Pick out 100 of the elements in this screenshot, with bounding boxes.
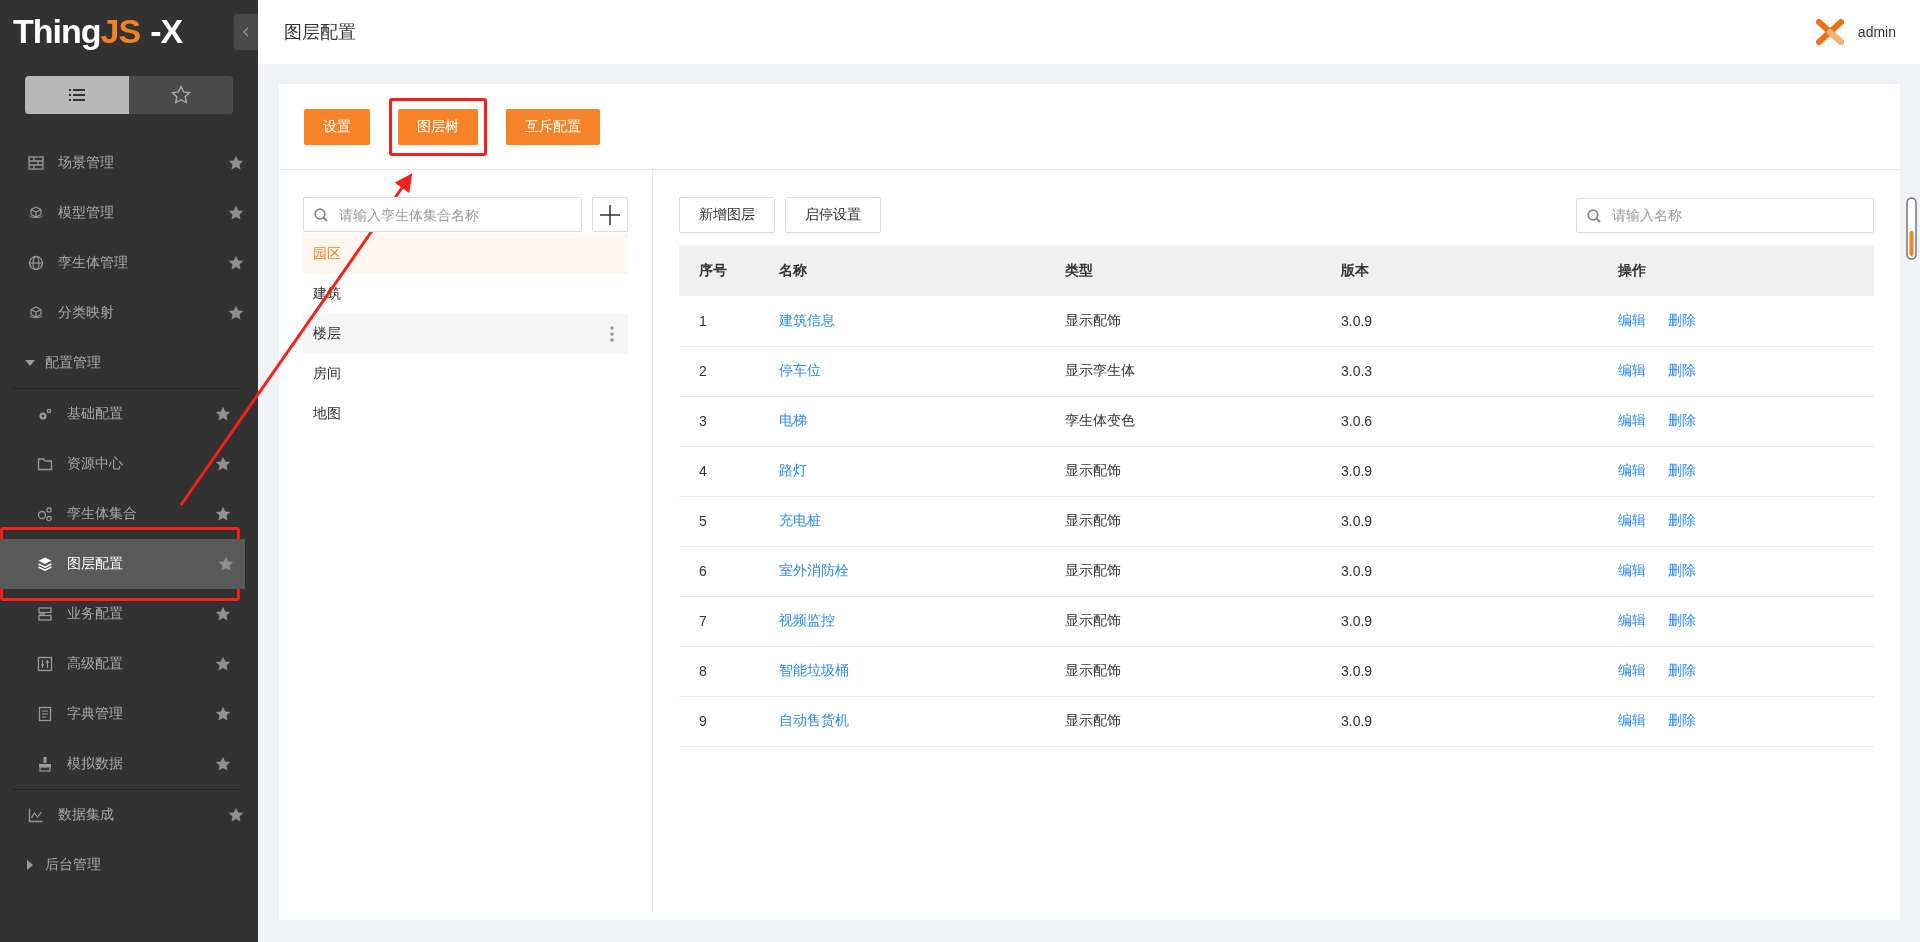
list-icon bbox=[68, 88, 86, 102]
action-link[interactable]: 编辑 bbox=[1618, 662, 1646, 678]
table-cell: 9 bbox=[679, 696, 779, 746]
x-logo-icon bbox=[1815, 19, 1844, 45]
star-icon bbox=[218, 556, 234, 572]
action-link[interactable]: 编辑 bbox=[1618, 462, 1646, 478]
toolbar-button[interactable]: 启停设置 bbox=[785, 197, 881, 233]
action-link[interactable]: 删除 bbox=[1668, 612, 1696, 628]
column-header: 序号 bbox=[679, 246, 779, 296]
tree-item[interactable]: 房间 bbox=[303, 354, 628, 394]
table-cell: 3.0.9 bbox=[1341, 546, 1618, 596]
action-link[interactable]: 删除 bbox=[1668, 311, 1696, 328]
tab-button[interactable]: 图层树 bbox=[398, 108, 478, 145]
sidebar-item-label: 场景管理 bbox=[58, 154, 114, 172]
tab-button[interactable]: 互斥配置 bbox=[506, 108, 600, 145]
star-icon bbox=[215, 606, 231, 622]
layer-name-link[interactable]: 室外消防栓 bbox=[779, 562, 849, 578]
sidebar-item[interactable]: 场景管理 bbox=[3, 138, 258, 188]
nodes-icon bbox=[37, 506, 53, 522]
sidebar-item[interactable]: 孪生体管理 bbox=[3, 238, 258, 288]
tree-item[interactable]: 园区 bbox=[303, 234, 628, 274]
layer-name-link[interactable]: 自动售货机 bbox=[779, 712, 849, 728]
table-cell: 4 bbox=[679, 446, 779, 496]
action-link[interactable]: 编辑 bbox=[1618, 412, 1646, 428]
table-cell: 8 bbox=[679, 646, 779, 696]
sidebar-item-label: 孪生体管理 bbox=[58, 254, 128, 272]
table-cell: 显示配饰 bbox=[1065, 596, 1341, 646]
action-link[interactable]: 删除 bbox=[1668, 662, 1696, 678]
search-icon bbox=[1587, 208, 1601, 223]
star-icon bbox=[228, 305, 244, 321]
column-header: 版本 bbox=[1341, 246, 1618, 296]
sliders-icon bbox=[37, 656, 53, 672]
table-cell: 3.0.6 bbox=[1341, 396, 1618, 446]
table-cell: 6 bbox=[679, 546, 779, 596]
sidebar-item-label: 高级配置 bbox=[67, 655, 123, 673]
sidebar-group[interactable]: 后台管理 bbox=[0, 840, 258, 890]
layer-name-link[interactable]: 电梯 bbox=[779, 412, 807, 428]
plus-icon bbox=[600, 204, 620, 225]
cube-icon bbox=[28, 205, 44, 221]
globe-icon bbox=[28, 255, 44, 271]
gears-icon bbox=[37, 406, 53, 422]
action-link[interactable]: 删除 bbox=[1668, 512, 1696, 528]
search-field[interactable]: 请输入名称 bbox=[1576, 197, 1874, 233]
tree-item[interactable]: 地图 bbox=[303, 394, 628, 434]
grid-icon bbox=[28, 155, 44, 171]
sidebar-item-label: 模拟数据 bbox=[67, 755, 123, 773]
sidebar-item[interactable]: 字典管理 bbox=[0, 689, 245, 739]
tab-button[interactable]: 设置 bbox=[304, 108, 370, 145]
layer-name-link[interactable]: 视频监控 bbox=[779, 612, 835, 628]
sidebar-item[interactable]: 资源中心 bbox=[0, 439, 245, 489]
sidebar-item[interactable]: 模型管理 bbox=[3, 188, 258, 238]
sidebar-item[interactable]: 模拟数据 bbox=[0, 739, 245, 789]
list-view-button[interactable] bbox=[25, 76, 129, 114]
layer-name-link[interactable]: 智能垃圾桶 bbox=[779, 662, 849, 678]
layer-name-link[interactable]: 建筑信息 bbox=[779, 311, 835, 328]
caret-down-icon bbox=[25, 358, 35, 368]
star-icon bbox=[228, 155, 244, 171]
layer-name-link[interactable]: 充电桩 bbox=[779, 512, 821, 528]
sidebar-item[interactable]: 分类映射 bbox=[3, 288, 258, 338]
action-link[interactable]: 编辑 bbox=[1618, 712, 1646, 728]
table-cell: 2 bbox=[679, 346, 779, 396]
action-link[interactable]: 删除 bbox=[1668, 412, 1696, 428]
table-cell: 3.0.9 bbox=[1341, 596, 1618, 646]
sidebar-item-label: 基础配置 bbox=[67, 405, 123, 423]
sidebar-item[interactable]: 数据集成 bbox=[3, 790, 258, 840]
layer-name-link[interactable]: 路灯 bbox=[779, 462, 807, 478]
toolbar-button[interactable]: 新增图层 bbox=[679, 197, 775, 233]
sidebar-item-label: 业务配置 bbox=[67, 605, 123, 623]
sidebar-group-label: 配置管理 bbox=[45, 354, 101, 372]
sidebar-group[interactable]: 配置管理 bbox=[0, 338, 258, 388]
action-link[interactable]: 编辑 bbox=[1618, 562, 1646, 578]
search-icon bbox=[314, 208, 328, 222]
action-link[interactable]: 删除 bbox=[1668, 712, 1696, 728]
sidebar-item[interactable]: 业务配置 bbox=[0, 589, 245, 639]
table-cell: 孪生体变色 bbox=[1065, 396, 1341, 446]
user-name[interactable]: admin bbox=[1857, 24, 1896, 40]
star-icon bbox=[228, 255, 244, 271]
action-link[interactable]: 编辑 bbox=[1618, 612, 1646, 628]
sidebar-item[interactable]: 孪生体集合 bbox=[0, 489, 245, 539]
action-link[interactable]: 编辑 bbox=[1618, 512, 1646, 528]
tree-item[interactable]: 楼层 bbox=[303, 314, 628, 354]
action-link[interactable]: 删除 bbox=[1668, 462, 1696, 478]
action-link[interactable]: 编辑 bbox=[1618, 311, 1646, 328]
action-link[interactable]: 删除 bbox=[1668, 562, 1696, 578]
star-icon bbox=[215, 456, 231, 472]
search-field[interactable]: 请输入孪生体集合名称 bbox=[303, 197, 582, 232]
action-link[interactable]: 删除 bbox=[1668, 362, 1696, 378]
sidebar-item[interactable]: 高级配置 bbox=[0, 639, 245, 689]
add-button[interactable] bbox=[592, 197, 628, 232]
sidebar-item[interactable]: 图层配置 bbox=[0, 539, 245, 589]
table-cell: 3.0.9 bbox=[1341, 696, 1618, 746]
page-title: 图层配置 bbox=[284, 21, 357, 44]
star-icon bbox=[215, 406, 231, 422]
layer-name-link[interactable]: 停车位 bbox=[779, 362, 821, 378]
chart-icon bbox=[28, 807, 44, 823]
table-cell: 5 bbox=[679, 496, 779, 546]
caret-right-icon bbox=[25, 860, 35, 870]
sidebar-item[interactable]: 基础配置 bbox=[0, 389, 245, 439]
action-link[interactable]: 编辑 bbox=[1618, 362, 1646, 378]
folder-icon bbox=[37, 456, 53, 472]
